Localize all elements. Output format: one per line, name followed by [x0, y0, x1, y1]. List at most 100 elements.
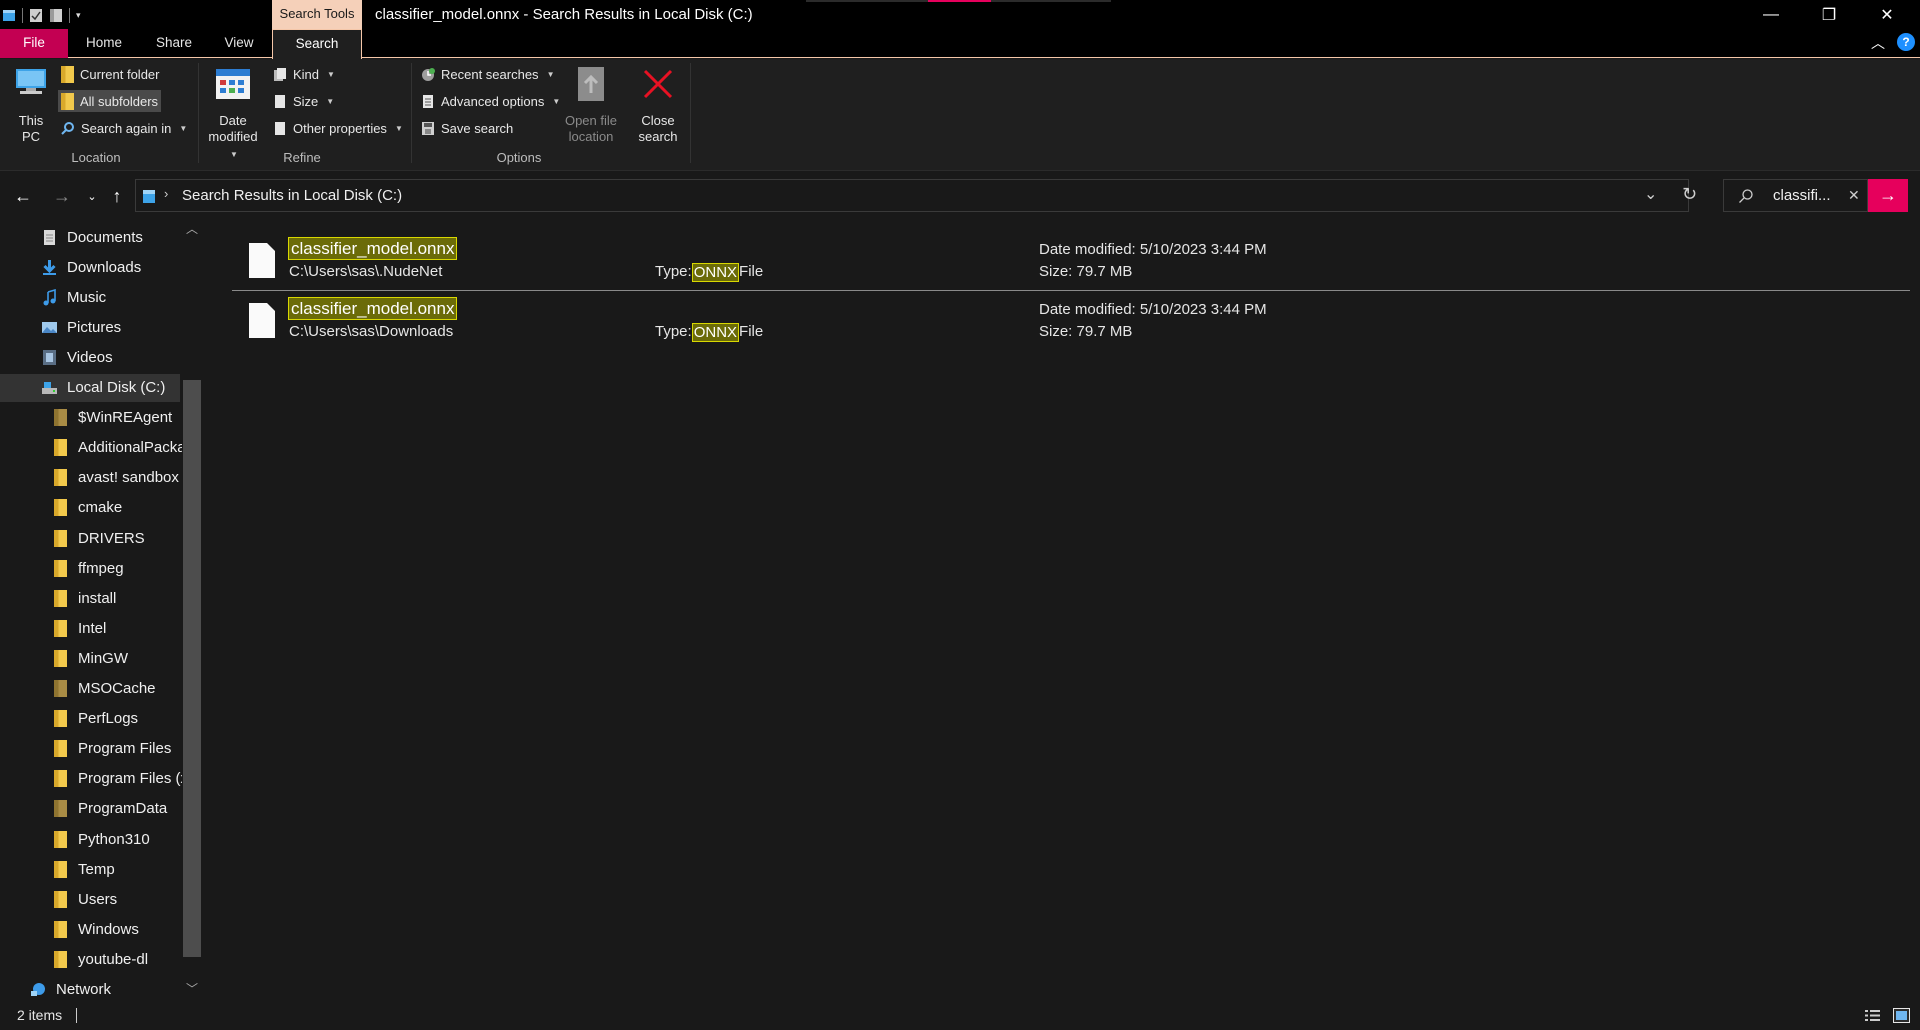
sidebar-item[interactable]: Program Files (x [0, 765, 182, 793]
group-divider [411, 63, 412, 163]
refresh-icon[interactable]: ↻ [1682, 184, 1697, 205]
file-size: Size: 79.7 MB [1039, 263, 1133, 280]
sidebar-item[interactable]: PerfLogs [0, 705, 182, 733]
nav-scrollbar-thumb[interactable] [183, 380, 201, 957]
close-window-button[interactable]: ✕ [1858, 0, 1916, 29]
address-history-icon[interactable]: ⌄ [1644, 184, 1657, 204]
sidebar-item-label: MSOCache [78, 680, 156, 697]
folder-icon [54, 559, 67, 577]
current-folder-button[interactable]: Current folder [58, 63, 162, 85]
sidebar-item[interactable]: install [0, 584, 182, 612]
all-subfolders-button[interactable]: All subfolders [58, 90, 162, 112]
save-icon [421, 121, 435, 136]
file-path: C:\Users\sas\Downloads [289, 323, 454, 340]
search-go-button[interactable]: → [1868, 179, 1908, 212]
recent-locations-button[interactable]: ⌄ [84, 181, 100, 211]
close-search-icon [641, 67, 675, 104]
sidebar-item-label: Python310 [78, 830, 150, 848]
search-icon [1738, 188, 1754, 207]
sidebar-item[interactable]: DRIVERS [0, 524, 182, 552]
sidebar-item[interactable]: Network [0, 976, 182, 1002]
sidebar-item[interactable]: Downloads [0, 253, 182, 281]
tab-view[interactable]: View [211, 29, 267, 58]
help-icon[interactable]: ? [1897, 33, 1915, 51]
sidebar-item[interactable]: $WinREAgent [0, 404, 182, 432]
scroll-down-icon[interactable]: ﹀ [186, 980, 198, 997]
search-icon [61, 121, 75, 136]
tab-file[interactable]: File [0, 29, 68, 58]
sidebar-item[interactable]: Python310 [0, 825, 182, 853]
kind-button[interactable]: Kind ▼ [270, 63, 338, 85]
other-properties-button[interactable]: Other properties ▼ [270, 117, 406, 139]
sidebar-item[interactable]: Videos [0, 343, 182, 371]
sidebar-item[interactable]: Windows [0, 915, 182, 943]
arrow-right-icon: → [53, 185, 71, 206]
sidebar-item[interactable]: ffmpeg [0, 554, 182, 582]
date-modified-button[interactable]: Date modified ▼ [205, 63, 261, 159]
folder-icon [54, 589, 67, 607]
sidebar-item[interactable]: Users [0, 885, 182, 913]
sidebar-item[interactable]: MinGW [0, 644, 182, 672]
sidebar-item[interactable]: Music [0, 283, 182, 311]
pictures-icon [41, 319, 58, 336]
group-divider [198, 63, 199, 163]
new-folder-icon[interactable] [49, 8, 63, 23]
tab-home[interactable]: Home [76, 29, 132, 58]
sidebar-item[interactable]: avast! sandbox [0, 464, 182, 492]
tab-share[interactable]: Share [146, 29, 202, 58]
advanced-options-button[interactable]: Advanced options ▼ [418, 90, 563, 112]
sidebar-item[interactable]: Temp [0, 855, 182, 883]
qat-separator [22, 7, 23, 23]
open-file-location-button[interactable]: Open file location [562, 63, 620, 147]
sidebar-item[interactable]: Local Disk (C:) [0, 373, 180, 402]
search-again-in-button[interactable]: Search again in ▼ [58, 117, 190, 139]
sidebar-item[interactable]: youtube-dl [0, 945, 182, 973]
sidebar-item[interactable]: AdditionalPacka [0, 434, 182, 462]
kind-icon [273, 67, 287, 82]
sidebar-item[interactable]: Program Files [0, 735, 182, 763]
customize-qat-icon[interactable]: ▾ [76, 8, 90, 23]
file-date-modified: Date modified: 5/10/2023 3:44 PM [1039, 241, 1267, 258]
search-input[interactable]: classifi... ✕ [1723, 179, 1868, 212]
scroll-up-icon[interactable]: ︿ [186, 220, 198, 237]
sidebar-item[interactable]: Pictures [0, 313, 182, 341]
large-icons-view-icon[interactable] [1893, 1008, 1910, 1023]
list-item[interactable]: classifier_model.onnx C:\Users\sas\.Nude… [232, 235, 1910, 293]
sidebar-item[interactable]: Documents [0, 223, 182, 251]
details-view-icon[interactable] [1864, 1008, 1881, 1023]
address-bar[interactable]: › Search Results in Local Disk (C:) ⌄ ↻ [135, 179, 1697, 212]
search-again-in-label: Search again in [81, 120, 172, 136]
up-button[interactable]: ↑ [104, 181, 130, 211]
folder-icon [54, 409, 67, 427]
size-icon [273, 94, 287, 109]
list-item[interactable]: classifier_model.onnx C:\Users\sas\Downl… [232, 295, 1910, 353]
file-type-prefix: Type: [655, 263, 692, 280]
breadcrumb[interactable]: Search Results in Local Disk (C:) [182, 180, 402, 211]
recent-searches-button[interactable]: Recent searches ▼ [418, 63, 557, 85]
back-button[interactable]: ← [10, 181, 36, 211]
sidebar-item-label: Users [78, 890, 118, 908]
maximize-button[interactable]: ❐ [1800, 0, 1858, 29]
sidebar-item[interactable]: MSOCache [0, 675, 182, 703]
tab-search[interactable]: Search [272, 29, 362, 59]
collapse-ribbon-icon[interactable]: ︿ [1871, 33, 1885, 53]
properties-icon[interactable] [29, 8, 43, 23]
sidebar-item[interactable]: ProgramData [0, 795, 182, 823]
sidebar-item[interactable]: cmake [0, 494, 182, 522]
clear-search-icon[interactable]: ✕ [1848, 180, 1860, 211]
minimize-button[interactable]: — [1742, 0, 1800, 29]
sidebar-item-label: DRIVERS [78, 529, 145, 547]
size-button[interactable]: Size ▼ [270, 90, 337, 112]
size-label: Size [293, 93, 319, 109]
this-pc-button[interactable]: This PC [8, 63, 54, 147]
videos-icon [41, 349, 58, 366]
save-search-button[interactable]: Save search [418, 117, 516, 139]
restore-icon: ❐ [1821, 6, 1837, 24]
breadcrumb-chevron-icon[interactable]: › [164, 186, 168, 201]
explorer-app-icon[interactable] [2, 8, 16, 23]
sidebar-item[interactable]: Intel [0, 614, 182, 642]
file-type-suffix: File [739, 323, 764, 340]
close-search-button[interactable]: Close search [630, 63, 686, 147]
forward-button[interactable]: → [49, 181, 75, 211]
search-query-text: classifi... [1773, 187, 1831, 204]
